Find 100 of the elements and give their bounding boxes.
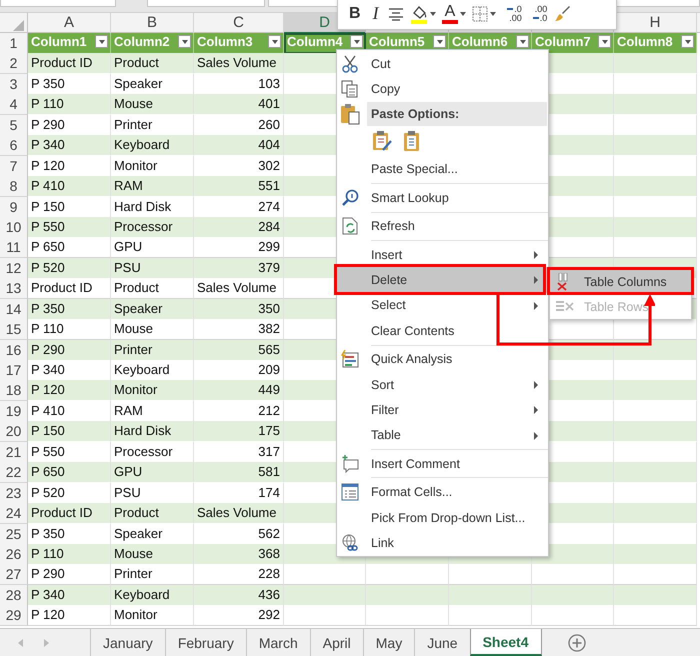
row-number[interactable]: 11 [0, 237, 28, 258]
menu-item[interactable]: Insert [337, 242, 548, 268]
column-name: Column7 [535, 35, 591, 49]
row-number[interactable]: 18 [0, 380, 28, 402]
table-cell: P 520 [28, 258, 111, 279]
add-sheet-icon[interactable] [568, 634, 586, 652]
menu-item[interactable]: Quick Analysis [337, 346, 548, 372]
row-number[interactable]: 21 [0, 442, 28, 463]
caret-icon[interactable] [490, 12, 496, 16]
filter-dropdown-button[interactable] [268, 35, 281, 48]
row-number[interactable]: 3 [0, 74, 28, 95]
table-cell: 350 [194, 298, 284, 320]
borders-icon[interactable] [472, 6, 488, 22]
filter-dropdown-button[interactable] [681, 35, 694, 48]
submenu-arrow-icon [534, 276, 538, 284]
menu-item[interactable]: Copy [337, 76, 548, 102]
filter-dropdown-button[interactable] [433, 35, 446, 48]
table-cell: P 340 [28, 135, 111, 156]
menu-item[interactable]: Delete [337, 267, 548, 293]
format-painter-icon[interactable] [553, 4, 572, 22]
fill-color-icon[interactable] [410, 4, 428, 24]
row-number[interactable]: 7 [0, 156, 28, 177]
row-number[interactable]: 22 [0, 462, 28, 484]
filter-dropdown-button[interactable] [598, 35, 611, 48]
table-cell: 284 [194, 216, 284, 238]
menu-item[interactable]: Clear Contents [337, 318, 548, 344]
table-cell: Sales Volume [194, 53, 284, 74]
row-number[interactable]: 15 [0, 319, 28, 340]
row-number[interactable]: 6 [0, 135, 28, 156]
row-number[interactable]: 5 [0, 114, 28, 136]
caret-icon[interactable] [460, 12, 466, 16]
menu-item[interactable]: Smart Lookup [337, 185, 548, 211]
column-name: Column3 [197, 35, 253, 49]
sheet-tab[interactable]: Sheet4 [470, 629, 542, 656]
menu-item[interactable]: Insert Comment [337, 451, 548, 476]
sheet-tab[interactable]: April [310, 629, 363, 656]
menu-item[interactable]: Sort [337, 372, 548, 398]
table-cell: PSU [111, 258, 194, 279]
increase-decimal-button[interactable]: .0 .00 [502, 4, 522, 22]
menu-item[interactable]: Pick From Drop-down List... [337, 504, 548, 530]
menu-item[interactable]: Filter [337, 397, 548, 423]
menu-item[interactable]: Table [337, 422, 548, 448]
filter-dropdown-button[interactable] [178, 35, 191, 48]
filter-dropdown-button[interactable] [350, 35, 363, 48]
font-color-button[interactable]: A [442, 4, 458, 24]
submenu-arrow-icon [534, 302, 538, 310]
menu-section-heading: Paste Options: [367, 102, 547, 126]
filter-dropdown-button[interactable] [516, 35, 529, 48]
row-number[interactable]: 19 [0, 400, 28, 422]
quick-analysis-icon [341, 350, 359, 368]
row-number[interactable]: 16 [0, 340, 28, 361]
row-number[interactable]: 25 [0, 524, 28, 544]
italic-button[interactable]: I [370, 3, 382, 24]
table-cell: Mouse [111, 544, 194, 565]
center-align-icon[interactable] [388, 6, 404, 20]
sheet-tab[interactable]: May [362, 629, 414, 656]
row-number[interactable]: 26 [0, 544, 28, 565]
table-cell: 175 [194, 421, 284, 442]
row-number[interactable]: 13 [0, 278, 28, 300]
table-cell: Product [111, 53, 194, 74]
row-number[interactable]: 10 [0, 216, 28, 238]
table-cell: 565 [194, 340, 284, 361]
formula-field[interactable] [147, 0, 265, 7]
menu-item[interactable]: Refresh [337, 214, 548, 239]
sheet-tab[interactable]: February [164, 629, 246, 656]
submenu-arrow-icon [534, 380, 538, 389]
sheet-tab[interactable]: March [246, 629, 310, 656]
submenu-arrow-icon [534, 432, 538, 440]
table-cell: P 650 [28, 462, 111, 484]
row-number[interactable]: 1 [0, 33, 28, 54]
row-number[interactable]: 4 [0, 94, 28, 116]
row-number[interactable]: 27 [0, 564, 28, 586]
table-cell: Keyboard [111, 135, 194, 156]
row-number[interactable]: 8 [0, 176, 28, 198]
row-number[interactable]: 29 [0, 605, 28, 626]
copy-icon [341, 80, 359, 98]
table-cell: 449 [194, 380, 284, 402]
caret-icon[interactable] [430, 12, 436, 16]
row-number[interactable]: 9 [0, 196, 28, 218]
table-cell: Product ID [28, 53, 111, 74]
menu-item[interactable]: Select [337, 292, 548, 318]
table-cell: Hard Disk [111, 421, 194, 442]
row-number[interactable]: 23 [0, 482, 28, 504]
paste-formatting-icon[interactable] [371, 130, 393, 152]
row-number[interactable]: 20 [0, 421, 28, 442]
row-number[interactable]: 24 [0, 503, 28, 524]
menu-item[interactable]: Cut [337, 51, 548, 76]
row-number[interactable]: 2 [0, 53, 28, 74]
decrease-decimal-button[interactable]: .00 .0 [528, 4, 548, 22]
table-cell: P 120 [28, 605, 111, 626]
row-number[interactable]: 12 [0, 258, 28, 279]
row-number[interactable]: 14 [0, 298, 28, 320]
menu-item[interactable]: Format Cells... [337, 479, 548, 505]
sheet-tab[interactable]: January [90, 629, 165, 656]
row-number[interactable]: 28 [0, 584, 28, 606]
table-cell: P 120 [28, 380, 111, 402]
filter-dropdown-button[interactable] [95, 35, 108, 48]
menu-item[interactable]: Link [337, 530, 548, 556]
menu-item[interactable]: Paste Special... [337, 156, 548, 182]
row-number[interactable]: 17 [0, 360, 28, 381]
